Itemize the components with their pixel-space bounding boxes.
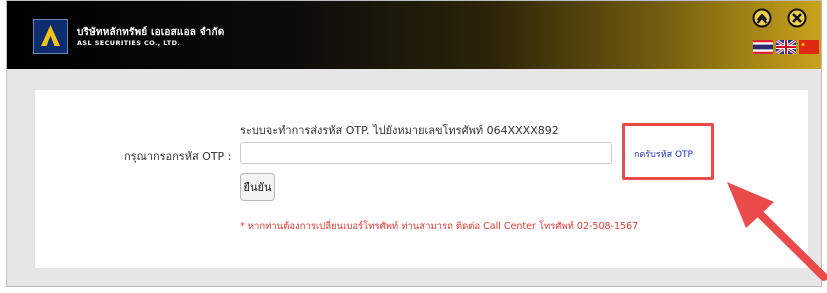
home-icon[interactable] <box>752 8 772 28</box>
company-name: บริษัทหลักทรัพย์ เอเอสแอล จำกัด ASL SECU… <box>77 27 224 48</box>
logo-icon <box>41 25 60 46</box>
otp-label: กรุณากรอกรหัส OTP : <box>124 150 232 163</box>
company-logo <box>33 19 68 54</box>
thai-flag-icon[interactable] <box>753 40 773 54</box>
header-bar: บริษัทหลักทรัพย์ เอเอสแอล จำกัด ASL SECU… <box>7 1 821 69</box>
company-name-en: ASL SECURITIES CO., LTD. <box>77 39 181 47</box>
china-flag-icon[interactable] <box>799 40 819 54</box>
close-icon[interactable] <box>787 8 807 28</box>
otp-info-text: ระบบจะทำการส่งรหัส OTP. ไปยังหมายเลขโทรศ… <box>240 124 559 137</box>
uk-flag-icon[interactable] <box>776 40 796 54</box>
arrow-annotation-icon <box>727 182 827 281</box>
otp-input[interactable] <box>240 142 612 164</box>
highlight-annotation-box <box>622 123 714 180</box>
company-name-th: บริษัทหลักทรัพย์ เอเอสแอล จำกัด <box>77 27 225 38</box>
change-phone-note: * หากท่านต้องการเปลี่ยนเบอร์โทรศัพท์ ท่า… <box>240 221 639 232</box>
confirm-button[interactable]: ยืนยัน <box>240 173 275 201</box>
